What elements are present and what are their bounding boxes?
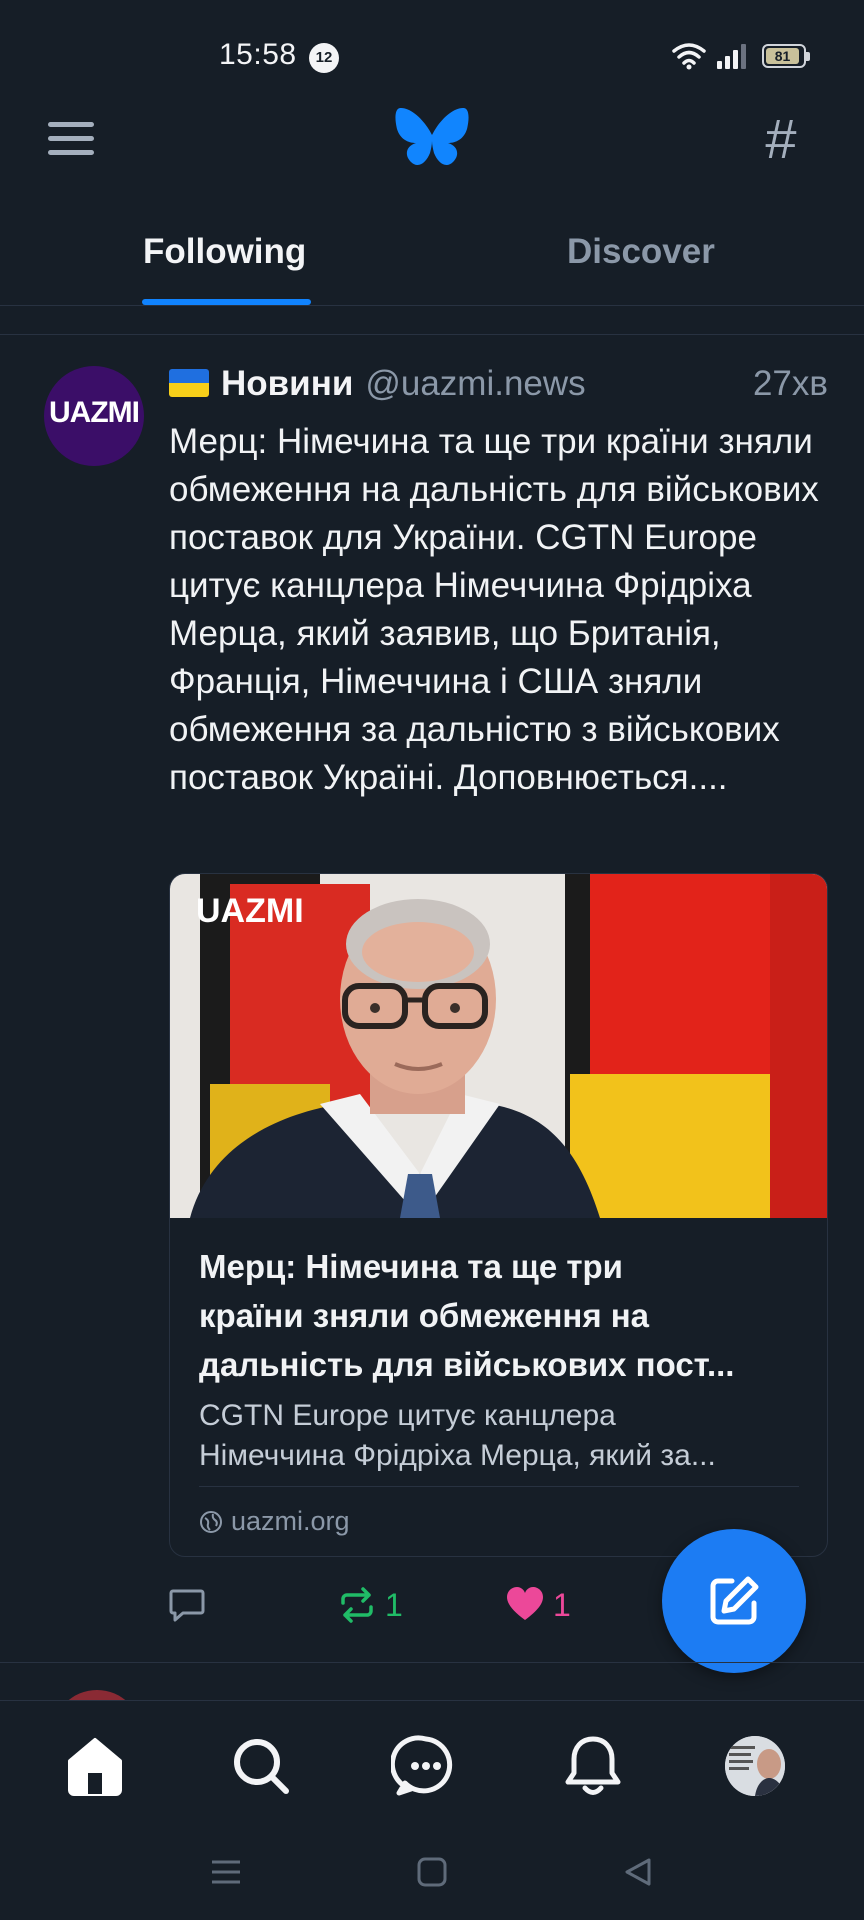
globe-icon [200,1511,222,1533]
home-square-icon[interactable] [416,1856,448,1888]
link-card-description: CGTN Europe цитує канцлера Німеччина Фрі… [199,1399,716,1472]
tab-discover[interactable]: Discover [567,232,715,272]
tab-following[interactable]: Following [143,232,306,272]
bottom-navigation [0,1700,864,1828]
post-text: Мерц: Німечина та ще три країни зняли об… [169,422,819,797]
heart-icon [507,1587,543,1620]
battery-level: 81 [766,48,799,64]
link-card-domain: uazmi.org [199,1506,350,1537]
like-button[interactable]: 1 [505,1585,571,1629]
author-handle[interactable]: @uazmi.news [365,364,585,403]
author-avatar[interactable]: UAZMI [44,366,144,466]
repost-button[interactable]: 1 [337,1585,403,1629]
home-icon[interactable] [60,1731,130,1801]
reply-icon [169,1589,205,1622]
ukraine-flag-icon [169,369,209,397]
hamburger-menu-icon[interactable] [46,118,98,158]
compose-button[interactable] [662,1529,806,1673]
profile-avatar[interactable] [725,1736,785,1796]
link-preview-card[interactable]: UAZMI Мерц: Німечина та ще три країни зн… [169,873,828,1557]
compose-icon [710,1576,759,1625]
status-bar: 15:58 12 81 [0,0,864,100]
reply-button[interactable] [167,1585,207,1629]
back-icon[interactable] [622,1856,654,1888]
butterfly-logo-icon[interactable] [394,105,470,175]
post-header: Новини @uazmi.news [169,364,586,408]
repost-icon [341,1587,373,1623]
divider [0,334,864,335]
battery-icon: 81 [762,44,810,68]
card-divider [199,1486,799,1487]
feed-tabs: Following Discover [0,212,864,306]
avatar-logo-text: UAZMI [49,396,140,429]
recents-icon[interactable] [210,1856,242,1888]
search-icon[interactable] [226,1731,296,1801]
signal-icon [717,44,746,69]
like-count: 1 [553,1587,571,1623]
system-navigation-bar [0,1828,864,1920]
link-preview-image: UAZMI [170,874,827,1218]
post-time[interactable]: 27хв [753,364,828,404]
domain-text: uazmi.org [231,1506,350,1536]
bell-icon[interactable] [558,1731,628,1801]
link-card-title: Мерц: Німечина та ще три країни зняли об… [199,1248,735,1383]
author-name[interactable]: Новини [221,364,353,403]
active-tab-indicator [142,299,311,305]
hashtag-icon[interactable]: # [754,111,808,167]
notification-count-badge: 12 [309,43,339,73]
repost-count: 1 [385,1587,403,1623]
wifi-icon [672,43,706,70]
image-watermark-logo: UAZMI [196,892,304,930]
divider [0,1662,864,1663]
status-time: 15:58 [219,38,297,71]
chat-icon[interactable] [389,1731,461,1801]
